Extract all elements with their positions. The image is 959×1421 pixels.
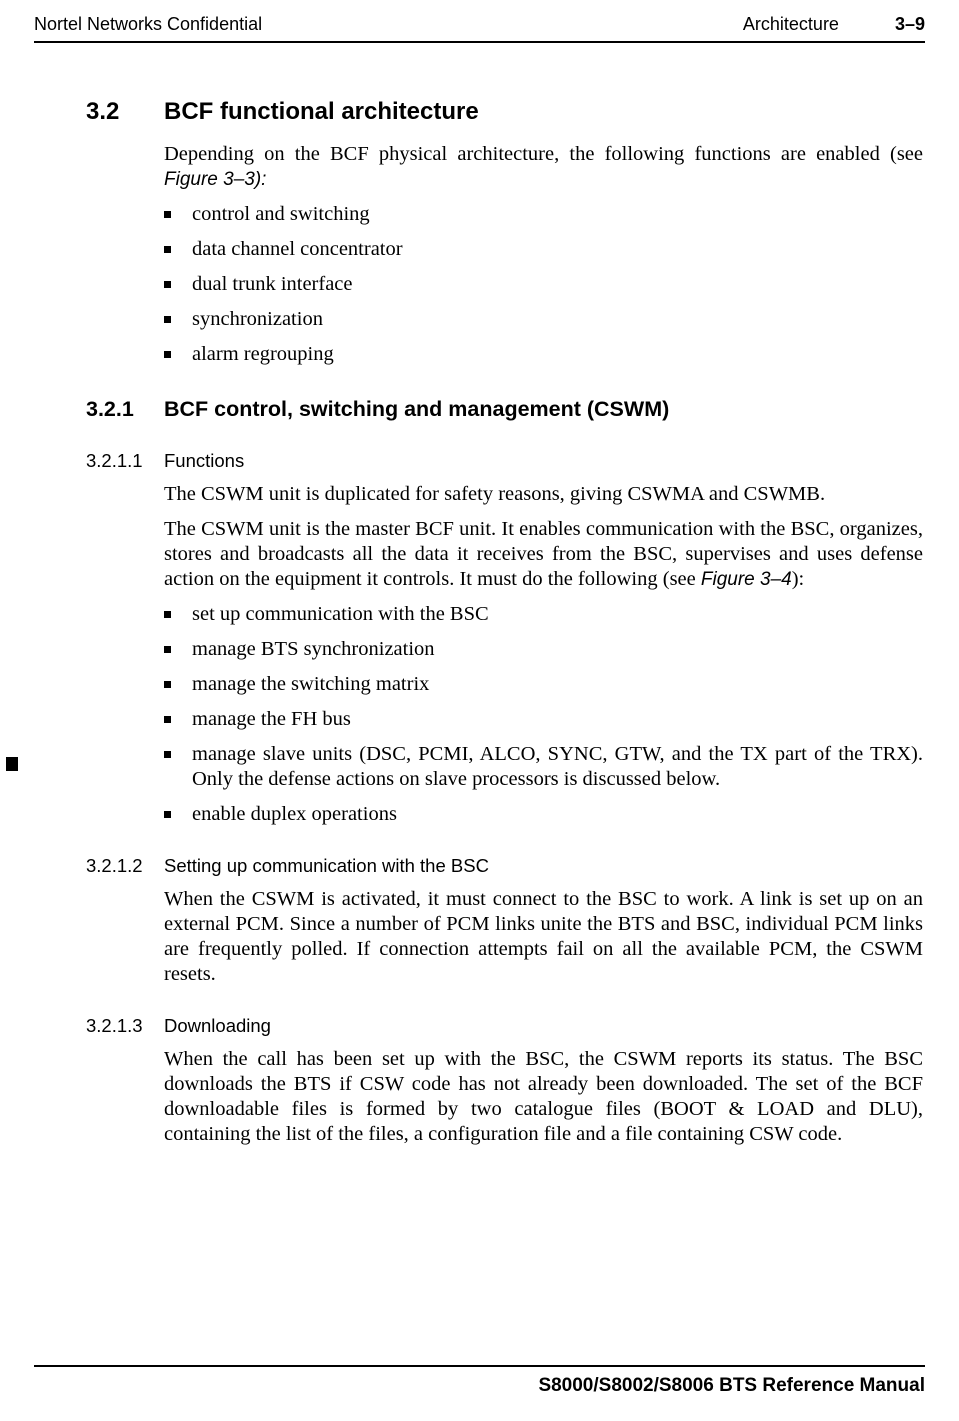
footer-manual-title: S8000/S8002/S8006 BTS Reference Manual <box>34 1375 925 1397</box>
paragraph: When the call has been set up with the B… <box>164 1047 923 1147</box>
subsubsection-title: Functions <box>164 450 244 472</box>
page-footer: S8000/S8002/S8006 BTS Reference Manual <box>34 1365 925 1397</box>
subsection-heading: 3.2.1 BCF control, switching and managem… <box>86 397 925 422</box>
list-item: alarm regrouping <box>164 342 923 367</box>
list-item: manage the switching matrix <box>164 672 923 697</box>
figure-ref: Figure 3–3): <box>164 169 266 190</box>
list-item: control and switching <box>164 202 923 227</box>
list-item: manage BTS synchronization <box>164 637 923 662</box>
content-area: 3.2 BCF functional architecture Dependin… <box>34 43 925 1147</box>
subsection-bullet-list: set up communication with the BSC manage… <box>164 602 923 827</box>
section-intro: Depending on the BCF physical architectu… <box>164 142 923 192</box>
subsubsection-heading: 3.2.1.3 Downloading <box>86 1015 925 1037</box>
subsection-title: BCF control, switching and management (C… <box>164 397 669 422</box>
paragraph: The CSWM unit is the master BCF unit. It… <box>164 517 923 592</box>
subsubsection-number: 3.2.1.1 <box>86 450 164 472</box>
subsubsection-number: 3.2.1.2 <box>86 855 164 877</box>
header-section-name: Architecture <box>743 14 839 35</box>
change-bar-icon <box>6 757 18 771</box>
section-number: 3.2 <box>86 98 164 126</box>
figure-ref: Figure 3–4 <box>701 569 792 590</box>
subsubsection-heading: 3.2.1.1 Functions <box>86 450 925 472</box>
subsubsection-heading: 3.2.1.2 Setting up communication with th… <box>86 855 925 877</box>
section-heading: 3.2 BCF functional architecture <box>86 98 925 126</box>
subsubsection-title: Downloading <box>164 1015 271 1037</box>
section-bullet-list: control and switching data channel conce… <box>164 202 923 367</box>
paragraph: When the CSWM is activated, it must conn… <box>164 887 923 987</box>
list-item: dual trunk interface <box>164 272 923 297</box>
list-item: set up communication with the BSC <box>164 602 923 627</box>
list-item: synchronization <box>164 307 923 332</box>
page-header: Nortel Networks Confidential Architectur… <box>34 14 925 41</box>
subsubsection-title: Setting up communication with the BSC <box>164 855 489 877</box>
subsubsection-number: 3.2.1.3 <box>86 1015 164 1037</box>
footer-rule <box>34 1365 925 1367</box>
header-page-number: 3–9 <box>895 14 925 35</box>
header-confidential: Nortel Networks Confidential <box>34 14 262 35</box>
list-item: data channel concentrator <box>164 237 923 262</box>
subsection-number: 3.2.1 <box>86 397 164 422</box>
page: Nortel Networks Confidential Architectur… <box>0 0 959 1421</box>
list-item: manage the FH bus <box>164 707 923 732</box>
list-item: manage slave units (DSC, PCMI, ALCO, SYN… <box>164 742 923 792</box>
list-item: enable duplex operations <box>164 802 923 827</box>
paragraph: The CSWM unit is duplicated for safety r… <box>164 482 923 507</box>
section-title: BCF functional architecture <box>164 98 479 126</box>
